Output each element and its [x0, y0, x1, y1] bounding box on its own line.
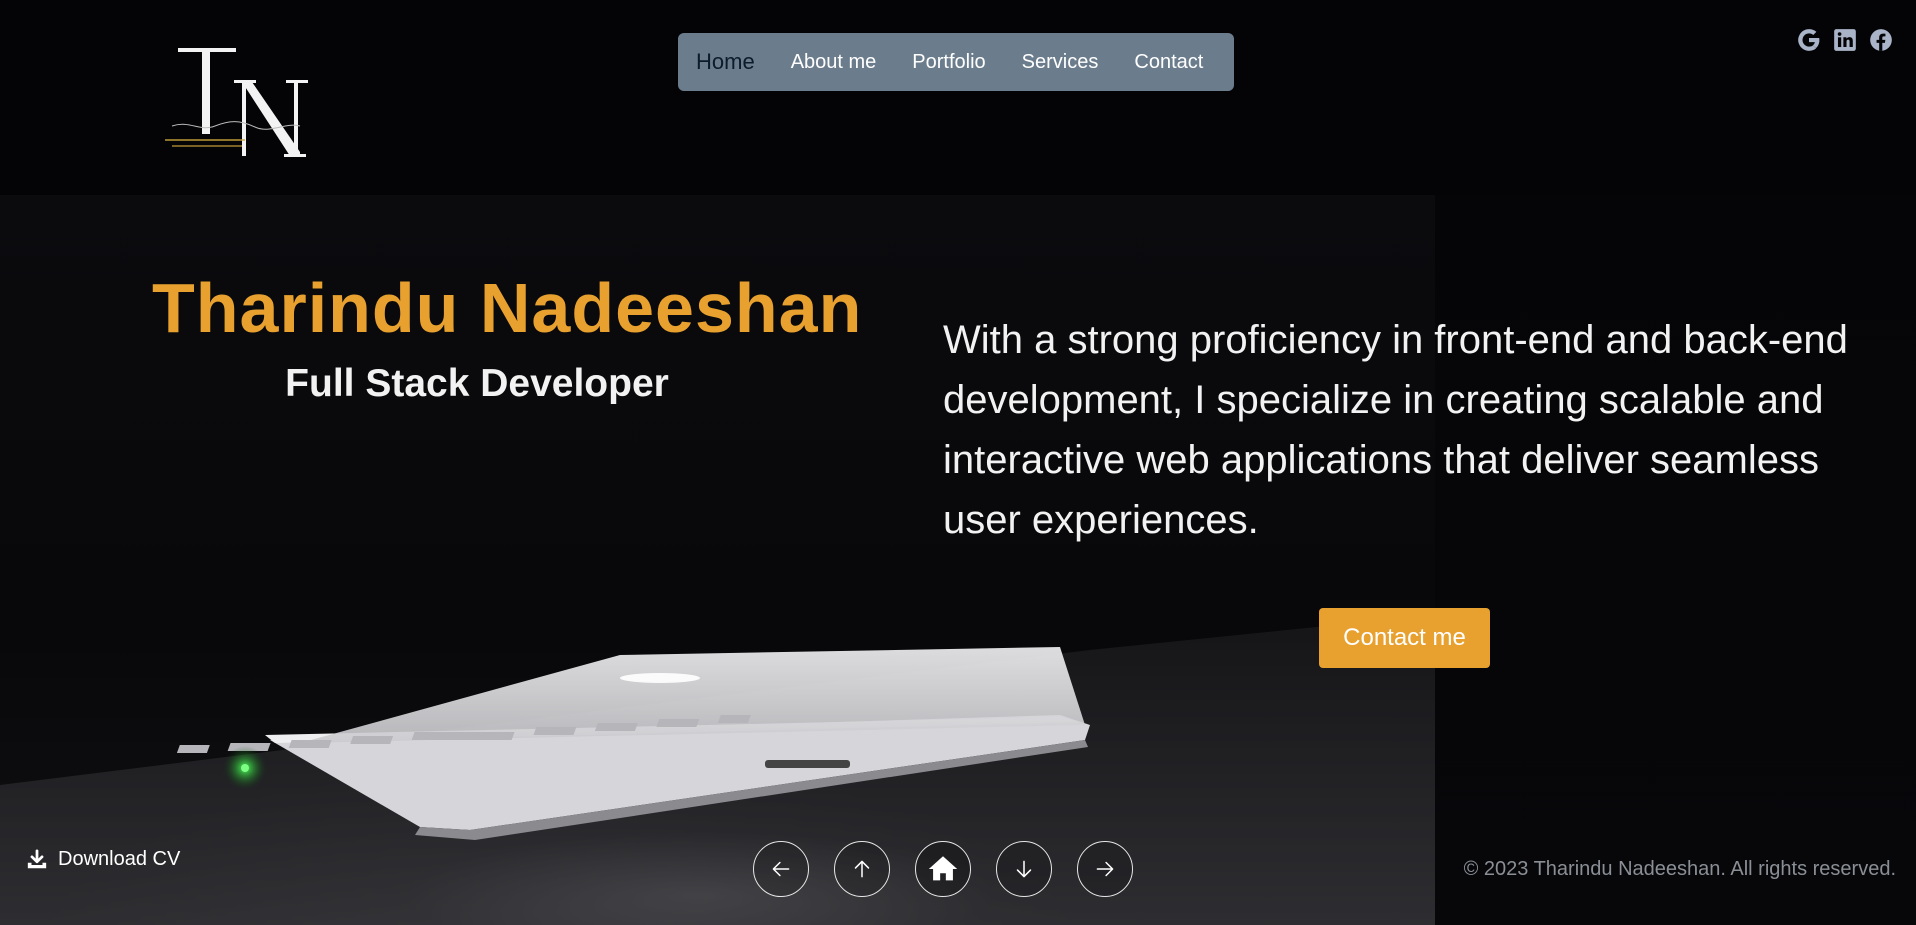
facebook-icon[interactable]: [1868, 27, 1894, 53]
section-navigation: [753, 841, 1133, 897]
nav-contact[interactable]: Contact: [1116, 51, 1221, 74]
nav-home[interactable]: Home: [696, 49, 773, 75]
nav-services[interactable]: Services: [1004, 51, 1117, 74]
tn-monogram-logo: [165, 48, 308, 157]
scroll-up-button[interactable]: [834, 841, 890, 897]
download-icon: [27, 848, 47, 868]
social-links: [1796, 27, 1894, 53]
hero-name: Tharindu Nadeeshan: [152, 269, 863, 347]
download-cv-label: Download CV: [58, 848, 181, 870]
scroll-down-button[interactable]: [996, 841, 1052, 897]
main-navigation: Home About me Portfolio Services Contact: [678, 33, 1234, 91]
google-icon[interactable]: [1796, 27, 1822, 53]
arrow-up-icon: [854, 860, 870, 878]
home-icon: [928, 856, 958, 881]
arrow-right-icon: [1096, 861, 1114, 877]
hero-bio: With a strong proficiency in front-end a…: [943, 318, 1848, 542]
nav-about-me[interactable]: About me: [773, 51, 895, 74]
download-cv-link[interactable]: Download CV: [26, 848, 180, 871]
arrow-left-icon: [772, 861, 790, 877]
copyright-text: © 2023 Tharindu Nadeeshan. All rights re…: [1463, 858, 1896, 880]
next-button[interactable]: [1077, 841, 1133, 897]
arrow-down-icon: [1016, 860, 1032, 878]
hero-role: Full Stack Developer: [285, 362, 669, 405]
nav-portfolio[interactable]: Portfolio: [894, 51, 1003, 74]
site-logo[interactable]: [160, 40, 320, 165]
linkedin-icon[interactable]: [1832, 27, 1858, 53]
home-button[interactable]: [915, 841, 971, 897]
hero-background-right: [1435, 195, 1916, 925]
prev-button[interactable]: [753, 841, 809, 897]
contact-me-button[interactable]: Contact me: [1319, 608, 1490, 668]
